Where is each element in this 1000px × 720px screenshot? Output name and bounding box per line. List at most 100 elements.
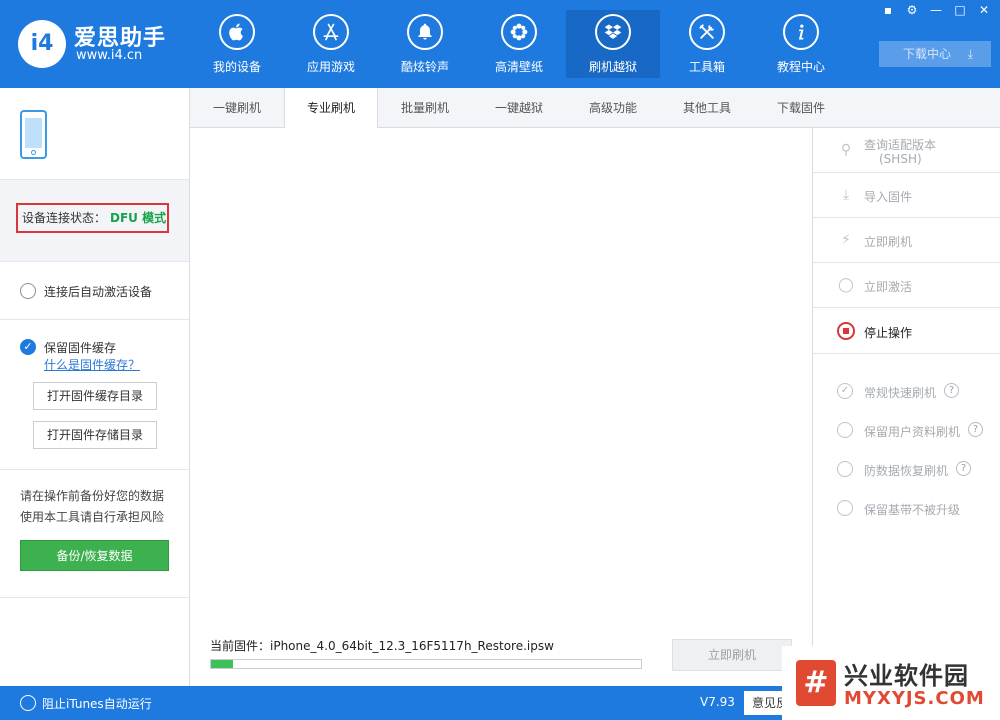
app-url: www.i4.cn: [76, 48, 143, 63]
nav-ringtones[interactable]: 酷炫铃声: [378, 10, 472, 78]
nav-toolbox[interactable]: 工具箱: [660, 10, 754, 78]
import-firmware-button[interactable]: ⤓ 导入固件: [813, 173, 1000, 218]
nav-label: 刷机越狱: [588, 60, 637, 74]
nav-label: 教程中心: [776, 60, 825, 74]
settings-icon[interactable]: ⚙: [902, 2, 922, 18]
globe-icon: ◯: [838, 277, 854, 293]
current-firmware: 当前固件：iPhone_4.0_64bit_12.3_16F5117h_Rest…: [210, 639, 554, 653]
stop-operation-label: 停止操作: [864, 326, 913, 340]
nav-label: 应用游戏: [306, 60, 355, 74]
option-fast-flash[interactable]: ✓ 常规快速刷机 ?: [813, 381, 1000, 401]
phone-icon: [20, 110, 47, 159]
logo-mark: i4: [18, 20, 66, 68]
status-value: DFU 模式: [110, 211, 167, 225]
tab-one-click-flash[interactable]: 一键刷机: [190, 88, 284, 128]
activate-now-button[interactable]: ◯ 立即激活: [813, 263, 1000, 308]
option-keep-baseband[interactable]: 保留基带不被升级: [813, 498, 1000, 518]
apple-icon: [219, 14, 255, 50]
option-keep-data-flash[interactable]: 保留用户资料刷机 ?: [813, 420, 1000, 440]
tab-advanced[interactable]: 高级功能: [566, 88, 660, 128]
app-store-icon: [313, 14, 349, 50]
auto-activate-radio[interactable]: [20, 283, 36, 299]
nav-label: 高清壁纸: [494, 60, 543, 74]
keep-data-label: 保留用户资料刷机: [864, 425, 961, 439]
close-icon[interactable]: ✕: [974, 2, 994, 18]
nav-label: 工具箱: [688, 60, 725, 74]
flash-progress-bar: [210, 659, 642, 669]
warning-text: 请在操作前备份好您的数据 使用本工具请自行承担风险: [20, 486, 180, 528]
left-panel: 设备连接状态： DFU 模式 连接后自动激活设备 ✓ 保留固件缓存 什么是固件缓存…: [0, 88, 190, 686]
watermark-title: 兴业软件园: [844, 662, 969, 690]
anti-recovery-label: 防数据恢复刷机: [864, 464, 949, 478]
import-icon: ⤓: [842, 187, 850, 203]
help-icon[interactable]: ?: [956, 461, 971, 476]
query-shsh-button[interactable]: ⚲ 查询适配版本 (SHSH): [813, 128, 1000, 173]
help-icon[interactable]: ?: [944, 383, 959, 398]
fast-flash-label: 常规快速刷机: [864, 386, 937, 400]
lightning-icon: ⚡: [841, 232, 851, 248]
backup-restore-button[interactable]: 备份/恢复数据: [20, 540, 169, 571]
progress-fill: [211, 660, 233, 668]
tab-other-tools[interactable]: 其他工具: [660, 88, 754, 128]
anti-recovery-radio[interactable]: [837, 461, 853, 477]
bell-icon: [407, 14, 443, 50]
tools-icon: [689, 14, 725, 50]
query-shsh-sublabel: (SHSH): [879, 152, 922, 166]
download-center-label: 下载中心: [903, 47, 952, 61]
watermark: # 兴业软件园 MYXYJS.COM: [782, 646, 1000, 720]
block-itunes-label[interactable]: 阻止iTunes自动运行: [42, 695, 152, 712]
warning-line: 请在操作前备份好您的数据: [20, 489, 165, 503]
download-center-button[interactable]: 下载中心 ⤓: [879, 41, 991, 67]
nav-wallpapers[interactable]: 高清壁纸: [472, 10, 566, 78]
what-is-cache-link[interactable]: 什么是固件缓存？: [44, 356, 140, 373]
search-icon: ⚲: [840, 142, 852, 158]
status-label: 设备连接状态：: [22, 211, 107, 225]
keep-data-radio[interactable]: [837, 422, 853, 438]
watermark-logo-icon: #: [796, 660, 836, 706]
top-bar: i4 爱思助手 www.i4.cn 我的设备 应用游戏 酷炫铃声 高清壁纸 刷机…: [0, 0, 1000, 88]
tab-pro-flash[interactable]: 专业刷机: [284, 88, 378, 129]
stop-icon: [837, 322, 855, 340]
nav-tutorials[interactable]: 教程中心: [754, 10, 848, 78]
flash-now-side-button[interactable]: ⚡ 立即刷机: [813, 218, 1000, 263]
download-icon: ⤓: [967, 47, 973, 61]
tab-bar: 一键刷机 专业刷机 批量刷机 一键越狱 高级功能 其他工具 下载固件: [190, 88, 1000, 129]
nav-label: 我的设备: [212, 60, 261, 74]
help-icon[interactable]: ?: [968, 422, 983, 437]
device-area: [0, 88, 189, 180]
activate-now-label: 立即激活: [864, 280, 913, 294]
watermark-url: MYXYJS.COM: [844, 688, 985, 709]
nav-my-device[interactable]: 我的设备: [190, 10, 284, 78]
auto-activate-label: 连接后自动激活设备: [44, 285, 153, 299]
keep-baseband-radio[interactable]: [837, 500, 853, 516]
nav-flash-jailbreak[interactable]: 刷机越狱: [566, 10, 660, 78]
open-cache-dir-button[interactable]: 打开固件缓存目录: [33, 382, 157, 410]
option-anti-recovery-flash[interactable]: 防数据恢复刷机 ?: [813, 459, 1000, 479]
warning-line: 使用本工具请自行承担风险: [20, 510, 165, 524]
info-icon: [783, 14, 819, 50]
stop-operation-button[interactable]: 停止操作: [813, 308, 1000, 354]
query-shsh-label: 查询适配版本: [864, 138, 937, 152]
block-itunes-radio[interactable]: [20, 695, 36, 711]
keep-cache-checkbox[interactable]: ✓: [20, 339, 36, 355]
warning-area: 请在操作前备份好您的数据 使用本工具请自行承担风险 备份/恢复数据: [0, 470, 189, 598]
flash-now-button[interactable]: 立即刷机: [672, 639, 792, 671]
auto-activate-option[interactable]: 连接后自动激活设备: [0, 262, 189, 320]
minimize-icon[interactable]: —: [926, 2, 946, 18]
status-area: 设备连接状态： DFU 模式: [0, 180, 189, 262]
connection-status: 设备连接状态： DFU 模式: [16, 203, 169, 233]
maximize-icon[interactable]: □: [950, 2, 970, 18]
tab-download-firmware[interactable]: 下载固件: [754, 88, 848, 128]
tab-one-click-jailbreak[interactable]: 一键越狱: [472, 88, 566, 128]
dropbox-icon: [595, 14, 631, 50]
main-nav: 我的设备 应用游戏 酷炫铃声 高清壁纸 刷机越狱 工具箱 教程中心: [190, 10, 848, 78]
nav-apps-games[interactable]: 应用游戏: [284, 10, 378, 78]
tab-batch-flash[interactable]: 批量刷机: [378, 88, 472, 128]
app-logo: i4 爱思助手 www.i4.cn: [18, 18, 178, 70]
flash-now-label: 立即刷机: [864, 235, 913, 249]
right-panel: ⚲ 查询适配版本 (SHSH) ⤓ 导入固件 ⚡ 立即刷机 ◯ 立即激活 停止操…: [812, 128, 1000, 686]
open-storage-dir-button[interactable]: 打开固件存储目录: [33, 421, 157, 449]
skin-icon[interactable]: ▪: [878, 2, 898, 18]
nav-label: 酷炫铃声: [400, 60, 449, 74]
fast-flash-check[interactable]: ✓: [837, 383, 853, 399]
